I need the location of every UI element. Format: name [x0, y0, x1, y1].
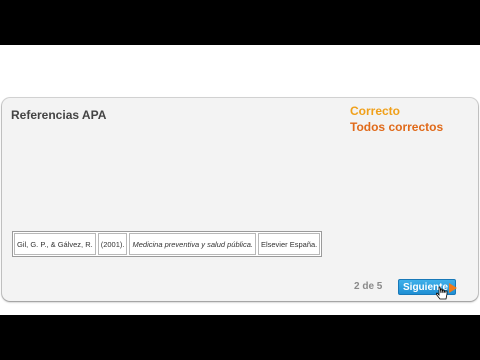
arrow-right-icon — [449, 283, 457, 293]
reference-piece-authors[interactable]: Gil, G. P., & Gálvez, R. — [14, 233, 96, 255]
exercise-card: Referencias APA Correcto Todos correctos… — [2, 98, 478, 301]
reference-piece-year[interactable]: (2001). — [97, 233, 128, 255]
app-stage: Referencias APA Correcto Todos correctos… — [0, 45, 480, 315]
reference-piece-title[interactable]: Medicina preventiva y salud pública. — [129, 233, 256, 255]
hand-cursor-icon — [436, 286, 448, 300]
reference-piece-publisher[interactable]: Elsevier España. — [257, 233, 321, 255]
page-title: Referencias APA — [11, 108, 107, 122]
reference-row: Gil, G. P., & Gálvez, R. (2001). Medicin… — [12, 231, 323, 257]
status-correct: Correcto — [350, 104, 401, 118]
page-indicator: 2 de 5 — [354, 281, 383, 292]
status-all-correct: Todos correctos — [350, 120, 444, 134]
